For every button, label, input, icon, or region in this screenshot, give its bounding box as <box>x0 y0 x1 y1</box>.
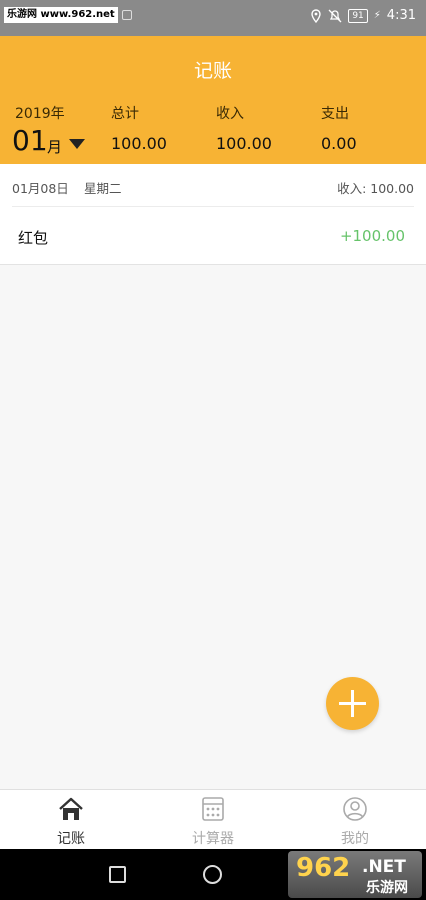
list-item[interactable]: 红包 +100.00 <box>0 208 426 264</box>
app-header: 记账 2019年 01 月 总计 100.00 收入 100.00 支出 0.0… <box>0 36 426 164</box>
add-record-button[interactable] <box>326 677 379 730</box>
calculator-icon <box>202 797 224 821</box>
day-header: 01月08日 星期二 收入: 100.00 <box>12 164 414 207</box>
site-watermark: 962 .NET 乐游网 <box>288 851 422 898</box>
location-icon <box>311 8 322 23</box>
month-value[interactable]: 01 <box>12 124 48 157</box>
tab-profile[interactable]: 我的 <box>284 790 426 850</box>
total-label: 总计 <box>111 106 139 122</box>
income-label: 收入 <box>216 106 244 122</box>
notification-icon <box>121 10 132 20</box>
month-dropdown-icon[interactable] <box>69 139 85 149</box>
watermark-net: .NET <box>362 857 406 877</box>
day-income: 收入: 100.00 <box>337 181 414 196</box>
expense-label: 支出 <box>321 106 349 122</box>
tab-label: 我的 <box>341 831 369 847</box>
item-name: 红包 <box>18 229 49 247</box>
tab-calculator[interactable]: 计算器 <box>142 790 284 850</box>
tab-label: 计算器 <box>192 831 234 847</box>
charging-icon: ⚡ <box>373 10 381 21</box>
recents-button[interactable] <box>109 866 126 883</box>
site-tag: 乐游网 www.962.net <box>4 7 118 23</box>
bottom-tab-bar: 记账 计算器 我的 <box>0 789 426 849</box>
year-label: 2019年 <box>15 106 65 122</box>
day-date: 01月08日 <box>12 181 69 196</box>
day-weekday: 星期二 <box>84 181 122 196</box>
income-value: 100.00 <box>216 134 272 153</box>
tab-bookkeeping[interactable]: 记账 <box>0 790 142 850</box>
clock: 4:31 <box>386 8 416 23</box>
watermark-name: 乐游网 <box>366 880 408 896</box>
home-icon <box>59 797 83 820</box>
item-amount: +100.00 <box>339 227 405 245</box>
mute-icon <box>328 9 342 22</box>
profile-icon <box>343 797 367 821</box>
watermark-number: 962 <box>296 853 351 883</box>
status-bar: 乐游网 www.962.net 91 ⚡ 4:31 <box>0 0 426 36</box>
system-nav-bar: 962 .NET 乐游网 <box>0 849 426 900</box>
battery-indicator: 91 <box>348 8 368 23</box>
expense-value: 0.00 <box>321 134 357 153</box>
month-unit[interactable]: 月 <box>47 136 62 157</box>
page-title: 记账 <box>193 60 232 82</box>
day-record-card: 01月08日 星期二 收入: 100.00 红包 +100.00 <box>0 164 426 265</box>
total-value: 100.00 <box>111 134 167 153</box>
home-button[interactable] <box>203 865 222 884</box>
tab-label: 记账 <box>57 831 85 847</box>
